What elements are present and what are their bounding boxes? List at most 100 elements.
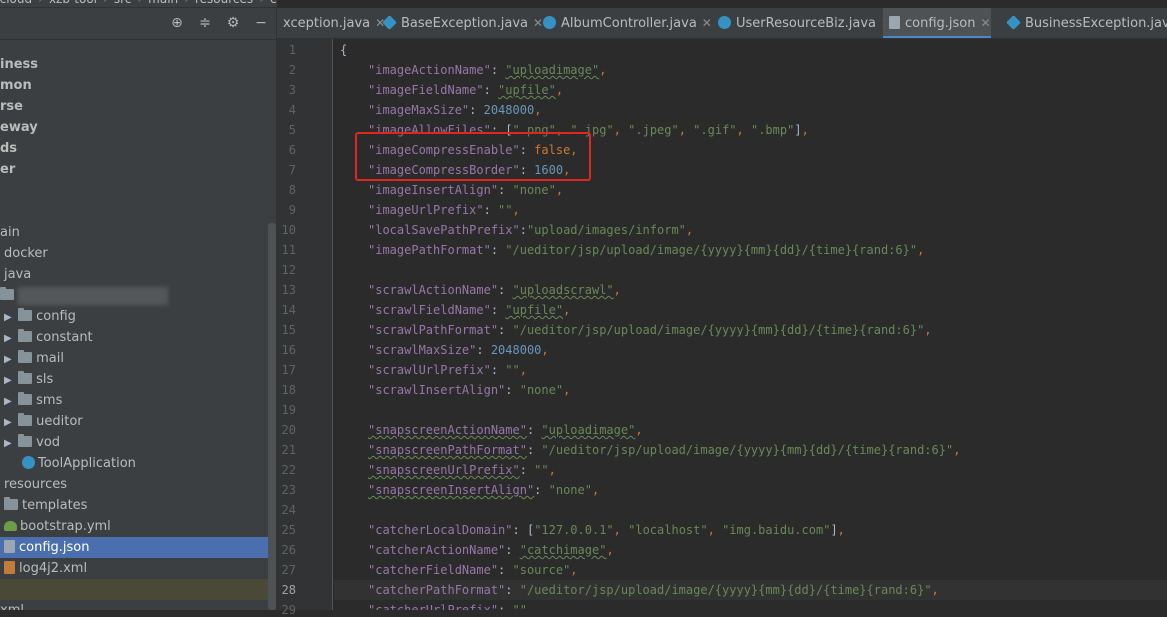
tree-item-config[interactable]: ▶ config xyxy=(0,306,276,328)
code-line[interactable]: "scrawlMaxSize": 2048000, xyxy=(334,340,1167,360)
code-line[interactable]: "imageFieldName": "upfile", xyxy=(334,80,1167,100)
comma: , xyxy=(613,123,629,137)
json-key: "scrawlPathFormat" xyxy=(368,323,499,337)
comma: , xyxy=(635,423,643,437)
code-line[interactable]: "snapscreenPathFormat": "/ueditor/jsp/up… xyxy=(334,440,1167,460)
json-string: "localhost" xyxy=(628,523,708,537)
line-number: 22 xyxy=(281,463,296,477)
code-line[interactable]: "scrawlActionName": "uploadscrawl", xyxy=(334,280,1167,300)
tab-albumcontroller-java[interactable]: AlbumController.java ✕ xyxy=(537,8,712,38)
code-line[interactable]: "catcherUrlPrefix": "", xyxy=(334,600,1167,610)
tree-item-ds[interactable]: ds xyxy=(0,138,276,159)
hide-panel-icon[interactable]: − xyxy=(252,14,270,32)
code-line[interactable]: "scrawlInsertAlign": "none", xyxy=(334,380,1167,400)
close-icon[interactable]: ✕ xyxy=(981,16,991,30)
tree-item-highlight[interactable] xyxy=(0,579,276,600)
expand-arrow-icon[interactable]: ▶ xyxy=(4,391,14,412)
code-line[interactable]: "localSavePathPrefix":"upload/images/inf… xyxy=(334,220,1167,240)
code-line[interactable]: "snapscreenUrlPrefix": "", xyxy=(334,460,1167,480)
breadcrumb-item[interactable]: resources xyxy=(195,0,253,6)
code-editor[interactable]: {"imageActionName": "uploadimage", "image… xyxy=(334,39,1167,610)
code-line[interactable] xyxy=(334,260,1167,280)
tree-item-label: iness xyxy=(0,57,39,72)
bracket: ] xyxy=(794,123,802,137)
gear-icon[interactable]: ⚙ xyxy=(224,14,242,32)
tree-item-bootstrap-yml[interactable]: bootstrap.yml xyxy=(0,516,276,537)
code-line[interactable]: "imageUrlPrefix": "", xyxy=(334,200,1167,220)
code-line[interactable]: "catcherActionName": "catchimage", xyxy=(334,540,1167,560)
line-number-gutter: 1 2 3 4 5 6 7 8 9 10 11 12 13 14 15 16 17 18 19 20 21 22 23 24 2… xyxy=(277,39,333,617)
tree-item-config-json[interactable]: config.json xyxy=(0,537,276,558)
tree-item-blurred[interactable] xyxy=(0,285,276,306)
tree-item-log4j2-xml[interactable]: log4j2.xml xyxy=(0,558,276,579)
line-number: 4 xyxy=(288,103,296,117)
folder-icon xyxy=(4,497,18,510)
tree-item-eway[interactable]: eway xyxy=(0,117,276,138)
line-number: 18 xyxy=(281,383,296,397)
breadcrumb-item[interactable]: gcloud xyxy=(0,0,32,6)
json-key: "catcherActionName" xyxy=(368,543,506,557)
code-line[interactable]: "catcherFieldName": "source", xyxy=(334,560,1167,580)
tree-item-ueditor[interactable]: ▶ ueditor xyxy=(0,411,276,433)
expand-arrow-icon[interactable]: ▶ xyxy=(4,307,14,328)
code-line[interactable]: "scrawlPathFormat": "/ueditor/jsp/upload… xyxy=(334,320,1167,340)
tree-item-ain[interactable]: ain xyxy=(0,222,276,243)
tree-item-label: config xyxy=(36,309,76,324)
tab-baseexception-java[interactable]: BaseException.java ✕ xyxy=(377,8,543,38)
expand-arrow-icon[interactable]: ▶ xyxy=(4,370,14,391)
code-line[interactable]: "catcherLocalDomain": ["127.0.0.1", "loc… xyxy=(334,520,1167,540)
line-number: 1 xyxy=(288,43,296,57)
colon: : xyxy=(534,483,549,497)
expand-arrow-icon[interactable]: ▶ xyxy=(4,349,14,370)
comma: , xyxy=(512,203,520,217)
tab-businessexception-java[interactable]: BusinessException.java✕ xyxy=(1001,8,1167,38)
code-line[interactable]: "scrawlFieldName": "upfile", xyxy=(334,300,1167,320)
code-line[interactable]: { xyxy=(334,40,1167,60)
tree-item-sls[interactable]: ▶ sls xyxy=(0,369,276,391)
close-icon[interactable]: ✕ xyxy=(702,16,712,30)
code-line[interactable]: "imageActionName": "uploadimage", xyxy=(334,60,1167,80)
tab-config-json[interactable]: config.json ✕ xyxy=(883,8,991,38)
tree-item-iness[interactable]: iness xyxy=(0,54,276,75)
breadcrumb-item[interactable]: xzb-tool xyxy=(49,0,97,6)
code-line[interactable]: "imageMaxSize": 2048000, xyxy=(334,100,1167,120)
code-line[interactable]: "imagePathFormat": "/ueditor/jsp/upload/… xyxy=(334,240,1167,260)
breadcrumb-item[interactable]: config.json xyxy=(270,0,277,6)
collapse-all-icon[interactable]: ≑ xyxy=(196,14,214,32)
comma: , xyxy=(563,303,571,317)
json-value: "none" xyxy=(512,183,556,197)
json-value: "uploadimage" xyxy=(541,423,636,437)
tree-item-label: ueditor xyxy=(36,414,83,429)
json-file-icon xyxy=(4,540,15,553)
tree-item-sms[interactable]: ▶ sms xyxy=(0,390,276,412)
tree-item-mail[interactable]: ▶ mail xyxy=(0,348,276,370)
code-line[interactable]: "catcherPathFormat": "/ueditor/jsp/uploa… xyxy=(334,580,1167,600)
code-line[interactable]: "imageInsertAlign": "none", xyxy=(334,180,1167,200)
tree-item-mon[interactable]: mon xyxy=(0,75,276,96)
code-line[interactable]: "scrawlUrlPrefix": "", xyxy=(334,360,1167,380)
expand-arrow-icon[interactable]: ▶ xyxy=(4,433,14,454)
tree-item-docker[interactable]: docker xyxy=(0,243,276,264)
tab-userresourcebiz-java[interactable]: UserResourceBiz.java✕ xyxy=(712,8,891,38)
tree-item-xml[interactable]: xml xyxy=(0,600,276,610)
tree-item-vod[interactable]: ▶ vod xyxy=(0,432,276,454)
tree-item-resources[interactable]: resources xyxy=(0,474,276,495)
tree-item-constant[interactable]: ▶ constant xyxy=(0,327,276,349)
tree-item-toolapplication[interactable]: ToolApplication xyxy=(0,453,276,474)
breadcrumb-item[interactable]: src xyxy=(114,0,132,6)
tree-item-rse[interactable]: rse xyxy=(0,96,276,117)
expand-arrow-icon[interactable]: ▶ xyxy=(4,412,14,433)
tree-item-er[interactable]: er xyxy=(0,159,276,180)
code-line[interactable]: "snapscreenInsertAlign": "none", xyxy=(334,480,1167,500)
folder-icon xyxy=(18,413,33,426)
expand-arrow-icon[interactable]: ▶ xyxy=(4,328,14,349)
breadcrumb-item[interactable]: main xyxy=(148,0,178,6)
crosshair-icon[interactable]: ⊕ xyxy=(168,14,186,32)
tree-item-java[interactable]: java xyxy=(0,264,276,285)
code-line[interactable]: "snapscreenActionName": "uploadimage", xyxy=(334,420,1167,440)
code-line[interactable] xyxy=(334,500,1167,520)
tab-xception-java[interactable]: xception.java ✕ xyxy=(277,8,385,38)
exception-class-icon xyxy=(1006,15,1021,30)
code-line[interactable] xyxy=(334,400,1167,420)
tree-item-templates[interactable]: templates xyxy=(0,495,276,516)
